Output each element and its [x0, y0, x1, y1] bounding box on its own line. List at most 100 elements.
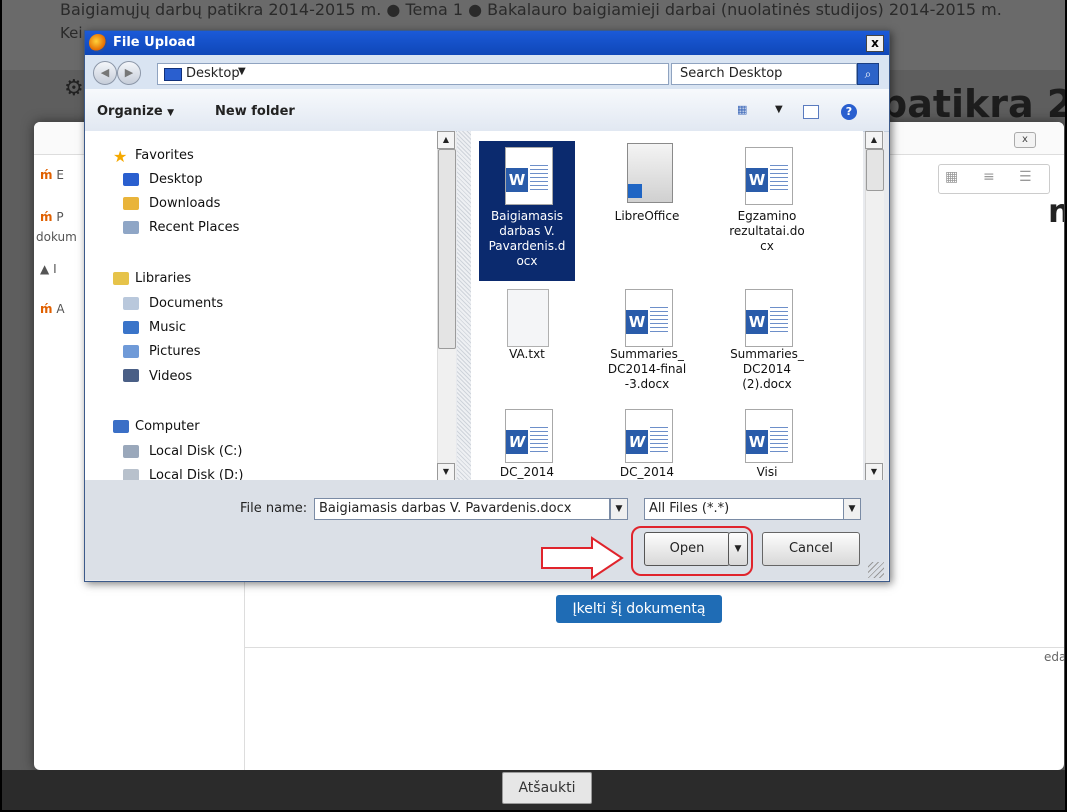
address-bar[interactable]: Desktop ▼ ▼ ↻: [157, 63, 732, 85]
favorites-star-icon: ★: [113, 147, 128, 166]
background-cancel-button[interactable]: Atšaukti: [502, 772, 592, 804]
scroll-up-icon[interactable]: ▲: [865, 131, 883, 149]
desktop-icon: [164, 68, 182, 81]
background-text-kei: Kei: [60, 24, 83, 42]
search-placeholder: Search Desktop: [680, 66, 783, 81]
moodle-icon: ḿ: [40, 168, 53, 182]
breadcrumb[interactable]: Baigiamųjų darbų patikra 2014-2015 m. ● …: [60, 0, 1002, 19]
modal-close-button[interactable]: x: [1014, 132, 1036, 148]
search-input[interactable]: Search Desktop: [671, 63, 857, 85]
side-text-eda: eda: [1044, 650, 1064, 664]
file-label: Visi: [756, 465, 778, 479]
word-doc-icon: W: [625, 289, 673, 347]
tree-view-icon[interactable]: ☰: [1019, 169, 1032, 185]
word-doc-icon: W: [745, 147, 793, 205]
scroll-down-icon[interactable]: ▼: [437, 463, 455, 481]
moodle-icon: ḿ: [40, 302, 53, 316]
highlight-circle: [631, 526, 753, 576]
libreoffice-shortcut-icon: [627, 143, 673, 203]
recent-places-icon: [123, 221, 139, 234]
text-file-icon: [507, 289, 549, 347]
file-label: LibreOffice: [614, 209, 680, 223]
list-view-icon[interactable]: ≡: [983, 169, 995, 185]
pictures-icon: [123, 345, 139, 358]
file-label: DC_2014: [499, 465, 555, 479]
nav-pictures[interactable]: Pictures: [149, 344, 200, 359]
view-mode-icons[interactable]: ▦ ≡ ☰: [938, 164, 1050, 194]
pane-splitter[interactable]: [457, 131, 471, 481]
side-item-2[interactable]: ḿ P: [40, 210, 64, 224]
word-doc-icon: W: [745, 409, 793, 463]
new-folder-button[interactable]: New folder: [215, 104, 295, 119]
modal-heading-fragment: n: [1048, 192, 1064, 230]
side-item-3[interactable]: ▲ I: [40, 262, 57, 276]
change-view-icon[interactable]: ▦: [737, 103, 755, 117]
moodle-icon: ḿ: [40, 210, 53, 224]
gear-icon[interactable]: ⚙: [64, 76, 84, 101]
disk-icon: [123, 445, 139, 458]
side-item-1[interactable]: ḿ E: [40, 168, 64, 182]
server-icon: ▲: [40, 262, 50, 276]
red-arrow-icon: [541, 536, 624, 580]
grid-view-icon[interactable]: ▦: [945, 169, 958, 185]
libraries-icon: [113, 272, 129, 285]
resize-grip-icon[interactable]: [868, 562, 884, 578]
preview-pane-icon[interactable]: [803, 105, 819, 119]
chevron-down-icon[interactable]: ▼: [775, 104, 783, 115]
toolbar: [85, 89, 889, 132]
file-name-label: File name:: [240, 501, 308, 516]
dialog-titlebar[interactable]: File Upload x: [85, 31, 889, 55]
frame-left: [0, 0, 2, 812]
nav-videos[interactable]: Videos: [149, 369, 192, 384]
chevron-down-icon: ▼: [167, 108, 175, 118]
music-icon: [123, 321, 139, 334]
file-label: Baigiamasis darbas V. Pavardenis.d ocx: [488, 209, 566, 268]
nav-scroll-thumb[interactable]: [438, 149, 456, 349]
nav-recent-places[interactable]: Recent Places: [149, 220, 239, 235]
scroll-down-icon[interactable]: ▼: [865, 463, 883, 481]
nav-downloads[interactable]: Downloads: [149, 196, 220, 211]
word-legacy-icon: W: [505, 409, 553, 463]
file-label: Summaries_ DC2014-final -3.docx: [607, 347, 687, 391]
nav-desktop[interactable]: Desktop: [149, 172, 203, 187]
file-label: Summaries_ DC2014 (2).docx: [730, 347, 804, 391]
close-button[interactable]: x: [866, 35, 884, 52]
cancel-button[interactable]: Cancel: [762, 532, 860, 566]
chevron-down-icon[interactable]: ▼: [610, 498, 628, 520]
scroll-up-icon[interactable]: ▲: [437, 131, 455, 149]
side-item-4[interactable]: ḿ A: [40, 302, 65, 316]
dialog-title: File Upload: [113, 35, 196, 50]
files-scroll-thumb[interactable]: [866, 149, 884, 191]
page-title: patikra 20: [880, 82, 1067, 126]
file-type-select[interactable]: All Files (*.*): [644, 498, 844, 520]
firefox-icon: [89, 34, 107, 52]
word-doc-icon: W: [505, 147, 553, 205]
nav-music[interactable]: Music: [149, 320, 186, 335]
help-icon[interactable]: ?: [841, 104, 857, 120]
file-label: Egzamino rezultatai.do cx: [729, 209, 805, 253]
word-doc-icon: W: [745, 289, 793, 347]
organize-menu[interactable]: Organize ▼: [97, 104, 174, 119]
nav-libraries[interactable]: Libraries: [135, 271, 191, 286]
chevron-down-icon[interactable]: ▼: [843, 498, 861, 520]
nav-documents[interactable]: Documents: [149, 296, 223, 311]
address-text: Desktop: [186, 66, 240, 81]
back-arrow-icon[interactable]: ◀: [93, 61, 117, 85]
documents-icon: [123, 297, 139, 310]
videos-icon: [123, 369, 139, 382]
modal-separator: [244, 647, 1064, 648]
nav-computer[interactable]: Computer: [135, 419, 200, 434]
search-icon[interactable]: ⌕: [857, 63, 879, 85]
computer-icon: [113, 420, 129, 433]
chevron-down-icon[interactable]: ▼: [238, 66, 246, 77]
desktop-icon: [123, 173, 139, 186]
word-legacy-icon: W: [625, 409, 673, 463]
forward-arrow-icon[interactable]: ▶: [117, 61, 141, 85]
side-item-2-sub: dokum: [36, 230, 77, 244]
downloads-icon: [123, 197, 139, 210]
upload-document-button[interactable]: Įkelti šį dokumentą: [556, 595, 722, 623]
nav-local-disk-c[interactable]: Local Disk (C:): [149, 444, 242, 459]
file-label: VA.txt: [509, 347, 545, 361]
file-name-input[interactable]: Baigiamasis darbas V. Pavardenis.docx: [314, 498, 610, 520]
nav-favorites[interactable]: Favorites: [135, 148, 194, 163]
